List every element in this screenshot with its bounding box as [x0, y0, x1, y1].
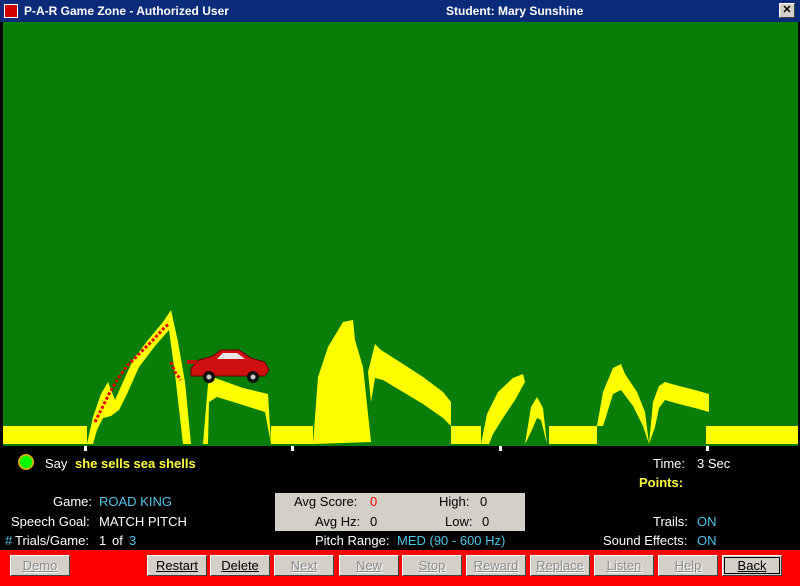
pitch-range-label: Pitch Range: — [315, 533, 390, 548]
stop-button[interactable]: Stop — [402, 555, 462, 576]
low-value: 0 — [482, 514, 490, 529]
game-label: Game: — [53, 494, 93, 509]
status-indicator-icon — [18, 454, 34, 470]
trials-current: 1 — [99, 533, 107, 548]
window-title: P-A-R Game Zone - Authorized User — [24, 4, 229, 18]
trials-hash: # — [5, 533, 13, 548]
delete-button[interactable]: Delete — [210, 555, 270, 576]
trials-total: 3 — [129, 533, 137, 548]
road-segment — [3, 426, 87, 444]
avg-score-value: 0 — [370, 494, 378, 509]
demo-button[interactable]: Demo — [10, 555, 70, 576]
time-value: 3 Sec — [697, 456, 731, 471]
sound-effects-value: ON — [697, 533, 717, 548]
points-label: Points: — [639, 475, 684, 490]
high-label: High: — [439, 494, 470, 509]
road-segment — [549, 426, 597, 444]
game-value: ROAD KING — [99, 494, 172, 509]
avg-hz-label: Avg Hz: — [315, 514, 361, 529]
back-button[interactable]: Back — [722, 555, 782, 576]
road-scene — [3, 310, 798, 444]
speech-goal-label: Speech Goal: — [11, 514, 90, 529]
tick-mark — [499, 446, 502, 451]
pitch-hill — [368, 344, 451, 426]
restart-button[interactable]: Restart — [147, 555, 207, 576]
title-bar: P-A-R Game Zone - Authorized User Studen… — [0, 0, 800, 22]
pitch-range-value: MED (90 - 600 Hz) — [397, 533, 506, 548]
trials-of: of — [112, 533, 123, 548]
avg-score-label: Avg Score: — [294, 494, 358, 509]
tick-mark — [84, 446, 87, 451]
road-segment — [451, 426, 481, 444]
pitch-hill — [649, 382, 709, 444]
student-name: Student: Mary Sunshine — [446, 4, 584, 18]
high-value: 0 — [480, 494, 488, 509]
tick-mark — [706, 446, 709, 451]
replace-button[interactable]: Replace — [530, 555, 590, 576]
pitch-hill — [597, 364, 649, 444]
avg-hz-value: 0 — [370, 514, 378, 529]
listen-button[interactable]: Listen — [594, 555, 654, 576]
score-panel: Avg Score: 0 High: 0 Avg Hz: 0 Low: 0 — [275, 493, 525, 531]
new-button[interactable]: New — [339, 555, 399, 576]
button-bar: Demo Restart Delete Next New Stop Reward… — [0, 550, 800, 586]
low-label: Low: — [445, 514, 473, 529]
pitch-hill — [87, 310, 191, 444]
pitch-hill — [525, 397, 547, 444]
sound-effects-label: Sound Effects: — [603, 533, 688, 548]
time-label: Time: — [653, 456, 686, 471]
pitch-hill — [481, 374, 525, 444]
pitch-hill — [203, 378, 271, 444]
app-icon — [4, 4, 18, 18]
reward-button[interactable]: Reward — [466, 555, 526, 576]
say-label: Say — [45, 456, 68, 471]
speech-goal-value: MATCH PITCH — [99, 514, 187, 529]
pitch-hill — [313, 320, 371, 444]
trials-label: Trials/Game: — [15, 533, 89, 548]
info-panel: Say she sells sea shells Time: 3 Sec Poi… — [0, 446, 800, 550]
road-segment — [706, 426, 798, 444]
car-sprite — [187, 349, 270, 383]
game-area — [3, 22, 798, 446]
help-button[interactable]: Help — [658, 555, 718, 576]
trails-value: ON — [697, 514, 717, 529]
target-phrase: she sells sea shells — [75, 456, 196, 471]
tick-mark — [291, 446, 294, 451]
next-button[interactable]: Next — [274, 555, 334, 576]
trails-label: Trails: — [653, 514, 688, 529]
road-segment — [271, 426, 313, 444]
close-button[interactable]: ✕ — [779, 3, 795, 18]
